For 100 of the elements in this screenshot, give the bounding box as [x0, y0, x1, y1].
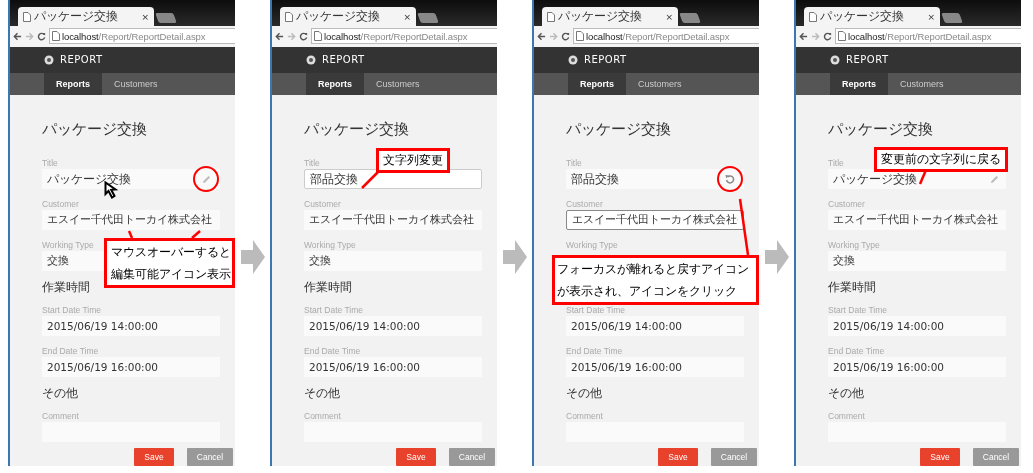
field-label: Customer [42, 198, 79, 210]
field-label: Comment [828, 410, 865, 422]
page-icon [838, 31, 846, 42]
browser-tab[interactable]: パッケージ交換 × [18, 7, 154, 27]
input-field[interactable]: パッケージ交換 [42, 169, 220, 189]
field-label: End Date Time [42, 345, 99, 357]
nav-tab[interactable]: Customers [102, 72, 170, 95]
nav-tab[interactable]: Reports [568, 72, 626, 95]
reload-icon[interactable] [37, 31, 46, 41]
logo-icon [568, 54, 578, 65]
input-field[interactable]: 2015/06/19 16:00:00 [828, 357, 1006, 377]
save-button[interactable]: Save [396, 448, 436, 466]
page-heading: パッケージ交換 [566, 119, 672, 139]
input-field[interactable]: 2015/06/19 16:00:00 [304, 357, 482, 377]
input-field[interactable]: エスイー千代田トーカイ株式会社 [42, 210, 220, 230]
close-icon[interactable]: × [927, 11, 935, 22]
input-field[interactable]: 2015/06/19 14:00:00 [566, 316, 744, 336]
input-field[interactable]: エスイー千代田トーカイ株式会社 [304, 210, 482, 230]
input-field[interactable]: 交換 [304, 251, 482, 271]
reload-icon[interactable] [823, 31, 832, 41]
new-tab-button[interactable] [941, 13, 963, 24]
page-heading: パッケージ交換 [304, 119, 410, 139]
reload-icon[interactable] [561, 31, 570, 41]
nav-tab[interactable]: Reports [830, 72, 888, 95]
field-label: End Date Time [828, 345, 885, 357]
app-name: REPORT [846, 54, 889, 66]
tab-title: パッケージ交換 [558, 8, 643, 26]
callout-text: が表示され、アイコンをクリック [557, 283, 738, 300]
field-label: Comment [42, 410, 79, 422]
browser-tab[interactable]: パッケージ交換 × [280, 7, 416, 27]
address-bar[interactable]: localhost/Report/ReportDetail.aspx [835, 28, 1021, 45]
undo-icon[interactable] [725, 174, 735, 184]
section-heading: 作業時間 [828, 279, 877, 295]
nav-tab[interactable]: Customers [888, 72, 956, 95]
address-bar[interactable]: localhost/Report/ReportDetail.aspx [49, 28, 235, 45]
nav-tab[interactable]: Customers [626, 72, 694, 95]
select-field[interactable]: エスイー千代田トーカイ株式会社 [566, 210, 744, 230]
close-icon[interactable]: × [403, 11, 411, 22]
tab-title: パッケージ交換 [820, 8, 905, 26]
url-text: localhost/Report/ReportDetail.aspx [848, 30, 992, 42]
callout-text: フォーカスが離れると戻すアイコン [557, 261, 750, 278]
section-heading: その他 [566, 385, 603, 401]
reload-icon[interactable] [299, 31, 308, 41]
new-tab-button[interactable] [679, 13, 701, 24]
input-field[interactable]: エスイー千代田トーカイ株式会社 [828, 210, 1006, 230]
nav-tab[interactable]: Customers [364, 72, 432, 95]
back-icon[interactable] [799, 31, 808, 41]
section-heading: 作業時間 [42, 279, 91, 295]
field-label: Customer [566, 198, 603, 210]
tab-title: パッケージ交換 [34, 8, 119, 26]
section-heading: その他 [42, 385, 79, 401]
page-icon [576, 31, 584, 42]
field-label: Title [42, 157, 58, 169]
field-label: Start Date Time [566, 304, 626, 316]
close-icon[interactable]: × [665, 11, 673, 22]
input-field[interactable]: 2015/06/19 14:00:00 [828, 316, 1006, 336]
back-icon[interactable] [537, 31, 546, 41]
arrow-right-icon [502, 240, 527, 274]
field-label: Start Date Time [42, 304, 102, 316]
save-button[interactable]: Save [658, 448, 698, 466]
tab-title: パッケージ交換 [296, 8, 381, 26]
address-bar[interactable]: localhost/Report/ReportDetail.aspx [311, 28, 497, 45]
back-icon[interactable] [275, 31, 284, 41]
nav-tab[interactable]: Reports [306, 72, 364, 95]
logo-icon [306, 54, 316, 65]
browser-tab[interactable]: パッケージ交換 × [804, 7, 940, 27]
app-name: REPORT [584, 54, 627, 66]
address-bar[interactable]: localhost/Report/ReportDetail.aspx [573, 28, 759, 45]
new-tab-button[interactable] [155, 13, 177, 24]
url-text: localhost/Report/ReportDetail.aspx [324, 30, 468, 42]
input-field[interactable]: 2015/06/19 14:00:00 [42, 316, 220, 336]
logo-icon [830, 54, 840, 65]
callout-text: 変更前の文字列に戻る [881, 151, 1001, 168]
input-field[interactable]: 部品交換 [304, 169, 482, 189]
field-label: End Date Time [304, 345, 361, 357]
page-icon [52, 31, 60, 42]
save-button[interactable]: Save [134, 448, 174, 466]
field-label: Working Type [42, 239, 94, 251]
nav-tab[interactable]: Reports [44, 72, 102, 95]
app-name: REPORT [60, 54, 103, 66]
input-field[interactable]: 2015/06/19 14:00:00 [304, 316, 482, 336]
new-tab-button[interactable] [417, 13, 439, 24]
arrow-right-icon [240, 240, 265, 274]
url-text: localhost/Report/ReportDetail.aspx [586, 30, 730, 42]
page-icon [809, 11, 817, 22]
arrow-right-icon [764, 240, 789, 274]
field-label: End Date Time [566, 345, 623, 357]
field-label: Title [304, 157, 320, 169]
field-label: Customer [828, 198, 865, 210]
input-field[interactable]: 2015/06/19 16:00:00 [42, 357, 220, 377]
input-field[interactable]: 部品交換 [566, 169, 744, 189]
browser-tab[interactable]: パッケージ交換 × [542, 7, 678, 27]
field-label: Title [566, 157, 582, 169]
save-button[interactable]: Save [920, 448, 960, 466]
input-field[interactable]: 交換 [828, 251, 1006, 271]
input-field[interactable]: 2015/06/19 16:00:00 [566, 357, 744, 377]
back-icon[interactable] [13, 31, 22, 41]
close-icon[interactable]: × [141, 11, 149, 22]
field-label: Title [828, 157, 844, 169]
field-label: Working Type [828, 239, 880, 251]
